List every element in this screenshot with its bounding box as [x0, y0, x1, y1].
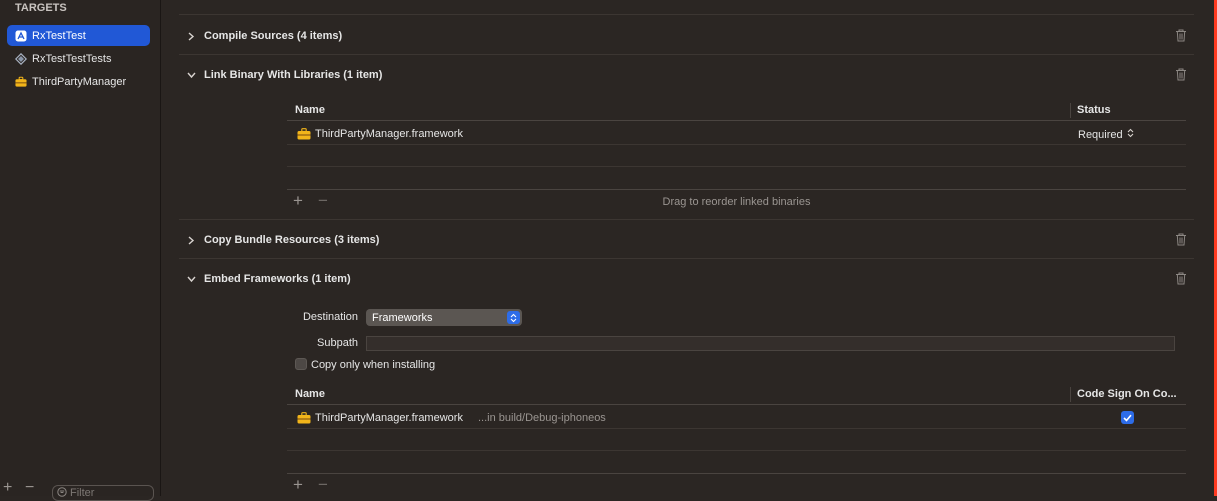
- phase-title: Compile Sources (4 items): [204, 30, 343, 42]
- link-table-header: Name Status: [287, 99, 1186, 121]
- framework-toolbox-icon: [15, 76, 27, 88]
- subpath-label: Subpath: [317, 337, 358, 349]
- column-header-status[interactable]: Status: [1077, 104, 1111, 116]
- up-down-arrows-icon: [1127, 128, 1134, 141]
- copy-only-checkbox[interactable]: [295, 358, 307, 370]
- embed-table-header: Name Code Sign On Co...: [287, 383, 1186, 405]
- empty-table-row: [287, 429, 1186, 451]
- targets-header: TARGETS: [15, 2, 67, 14]
- filter-placeholder: Filter: [70, 487, 95, 499]
- code-sign-checkbox[interactable]: [1121, 411, 1134, 424]
- destination-select[interactable]: Frameworks: [366, 309, 522, 326]
- phase-compile-sources[interactable]: Compile Sources (4 items): [186, 28, 342, 44]
- phase-divider: [179, 54, 1194, 55]
- filter-field[interactable]: Filter: [52, 485, 154, 501]
- chevron-down-icon[interactable]: [186, 71, 196, 79]
- copy-only-label: Copy only when installing: [311, 359, 436, 371]
- column-header-code-sign[interactable]: Code Sign On Co...: [1077, 388, 1177, 400]
- framework-name: ThirdPartyManager.framework: [315, 128, 463, 140]
- empty-table-row: [287, 145, 1186, 167]
- table-row[interactable]: ThirdPartyManager.framework Required: [287, 123, 1186, 145]
- phase-divider: [179, 219, 1194, 220]
- status-value: Required: [1078, 128, 1123, 141]
- destination-label: Destination: [302, 311, 358, 323]
- target-item-rxtesttest[interactable]: RxTestTest: [7, 25, 150, 46]
- phase-link-binary[interactable]: Link Binary With Libraries (1 item): [186, 67, 382, 83]
- remove-framework-button[interactable]: −: [318, 476, 328, 494]
- destination-value: Frameworks: [372, 311, 433, 324]
- target-item-rxtesttesttests[interactable]: RxTestTestTests: [7, 48, 150, 69]
- framework-location: ...in build/Debug-iphoneos: [478, 412, 606, 424]
- sidebar-bottom-bar: + − Filter: [0, 480, 160, 501]
- phase-title: Link Binary With Libraries (1 item): [204, 69, 383, 81]
- phase-title: Copy Bundle Resources (3 items): [204, 234, 380, 246]
- delete-phase-trash-icon[interactable]: [1175, 68, 1187, 81]
- framework-toolbox-icon: [297, 128, 311, 140]
- filter-icon: [57, 486, 67, 500]
- subpath-input[interactable]: [366, 336, 1175, 351]
- phase-title: Embed Frameworks (1 item): [204, 273, 351, 285]
- status-popup[interactable]: Required: [1078, 128, 1134, 141]
- phase-embed-frameworks[interactable]: Embed Frameworks (1 item): [186, 271, 351, 287]
- add-target-button[interactable]: +: [3, 480, 12, 496]
- link-table-footer: + − Drag to reorder linked binaries: [287, 189, 1186, 213]
- reorder-hint: Drag to reorder linked binaries: [662, 196, 811, 208]
- add-framework-button[interactable]: +: [293, 476, 303, 494]
- chevron-right-icon[interactable]: [186, 31, 196, 41]
- embed-table-footer: + −: [287, 473, 1186, 497]
- remove-target-button[interactable]: −: [25, 480, 34, 496]
- delete-phase-trash-icon[interactable]: [1175, 272, 1187, 285]
- chevron-right-icon[interactable]: [186, 235, 196, 245]
- targets-sidebar: TARGETS RxTestTest RxTestTestTests Third…: [0, 0, 161, 501]
- column-separator[interactable]: [1070, 103, 1071, 118]
- test-bundle-icon: [15, 52, 27, 65]
- phase-divider: [179, 14, 1194, 15]
- column-header-name[interactable]: Name: [295, 388, 325, 400]
- phase-copy-bundle-resources[interactable]: Copy Bundle Resources (3 items): [186, 232, 379, 248]
- up-down-arrows-icon: [507, 311, 520, 324]
- column-separator[interactable]: [1070, 387, 1071, 402]
- target-item-thirdpartymanager[interactable]: ThirdPartyManager: [7, 71, 150, 92]
- phase-divider: [179, 258, 1194, 259]
- column-header-name[interactable]: Name: [295, 104, 325, 116]
- app-target-icon: [15, 30, 27, 42]
- table-row[interactable]: ThirdPartyManager.framework ...in build/…: [287, 407, 1186, 429]
- chevron-down-icon[interactable]: [186, 275, 196, 283]
- target-item-label: ThirdPartyManager: [32, 75, 127, 88]
- target-item-label: RxTestTest: [32, 29, 86, 42]
- framework-toolbox-icon: [297, 412, 311, 424]
- delete-phase-trash-icon[interactable]: [1175, 233, 1187, 246]
- delete-phase-trash-icon[interactable]: [1175, 29, 1187, 42]
- framework-name: ThirdPartyManager.framework: [315, 412, 463, 424]
- target-item-label: RxTestTestTests: [32, 52, 112, 65]
